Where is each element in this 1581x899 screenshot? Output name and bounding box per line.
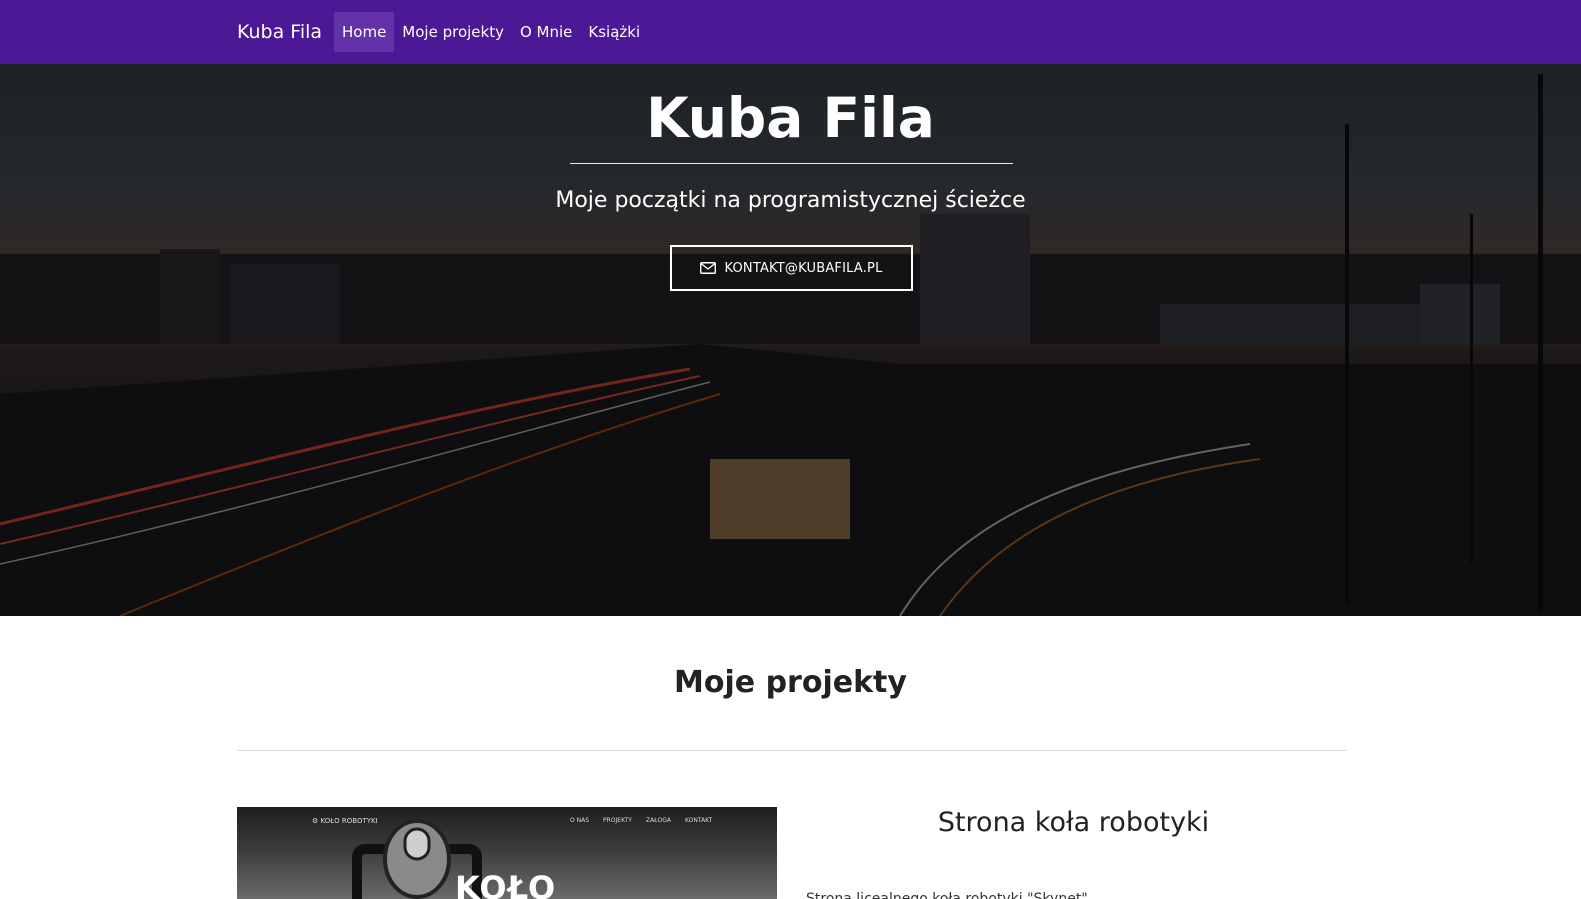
main-nav: Home Moje projekty O Mnie Książki — [334, 12, 648, 52]
envelope-icon — [700, 262, 717, 274]
nav-item-home[interactable]: Home — [334, 12, 395, 52]
hero-title: Kuba Fila — [646, 86, 935, 150]
project-description: Strona licealnego koła robotyki "Skynet" — [806, 891, 1088, 899]
nav-item-books[interactable]: Książki — [580, 12, 648, 52]
top-navbar: Kuba Fila Home Moje projekty O Mnie Ksią… — [0, 0, 1581, 64]
thumbnail-logo-text: ⚙ KOŁO ROBOTYKI — [312, 817, 378, 825]
projects-divider — [237, 750, 1347, 751]
thumbnail-menu-item: ZAŁOGA — [645, 817, 671, 824]
project-title: Strona koła robotyki — [937, 807, 1210, 838]
projects-section-title: Moje projekty — [674, 665, 907, 700]
thumbnail-big-text: KOŁO — [455, 869, 557, 899]
nav-item-projects[interactable]: Moje projekty — [394, 12, 512, 52]
project-thumbnail-robotics[interactable]: ⚙ KOŁO ROBOTYKI O NAS PROJEKTY ZAŁOGA KO… — [237, 807, 777, 899]
hero-section: Kuba Fila Moje początki na programistycz… — [0, 64, 1581, 616]
thumbnail-menu-item: O NAS — [570, 817, 590, 824]
contact-email-button[interactable]: KONTAKT@KUBAFILA.PL — [670, 245, 913, 291]
thumbnail-menu-item: PROJEKTY — [603, 817, 632, 824]
nav-item-about[interactable]: O Mnie — [512, 12, 580, 52]
contact-email-label: KONTAKT@KUBAFILA.PL — [724, 260, 883, 276]
thumbnail-menu-item: KONTAKT — [684, 817, 713, 824]
thumbnail-menu: O NAS PROJEKTY ZAŁOGA KONTAKT — [570, 817, 712, 824]
hero-subtitle: Moje początki na programistycznej ścieżc… — [555, 188, 1026, 213]
brand-link[interactable]: Kuba Fila — [237, 20, 322, 44]
hero-divider — [570, 163, 1013, 164]
